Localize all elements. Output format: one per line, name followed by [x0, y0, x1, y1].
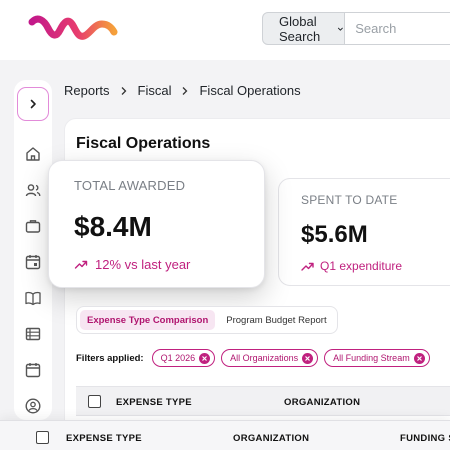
- chevron-right-icon: [183, 86, 188, 95]
- close-icon[interactable]: [413, 352, 425, 364]
- filter-chip-label: Q1 2026: [160, 353, 196, 363]
- page-title: Fiscal Operations: [76, 135, 211, 152]
- filter-chip-organizations[interactable]: All Organizations: [221, 349, 319, 367]
- calendar-icon: [25, 363, 41, 378]
- filters-bar: Filters applied: Q1 2026 All Organizatio…: [76, 349, 430, 367]
- breadcrumb-current: Fiscal Operations: [199, 83, 301, 98]
- kpi-value: $5.6M: [301, 221, 368, 248]
- filter-chip-label: All Organizations: [230, 353, 299, 363]
- search-input[interactable]: [345, 12, 450, 45]
- sidebar-expand-button[interactable]: [17, 87, 49, 121]
- kpi-card-spent: SPENT TO DATE $5.6M Q1 expenditure: [278, 178, 450, 286]
- kpi-delta: 12% vs last year: [74, 257, 190, 272]
- list-icon: [25, 327, 41, 341]
- breadcrumb-reports[interactable]: Reports: [64, 83, 110, 98]
- kpi-value: $8.4M: [74, 211, 152, 242]
- sidebar-item-schedule[interactable]: [21, 250, 45, 274]
- column-header-funding-stream[interactable]: FUNDING S: [400, 433, 450, 444]
- briefcase-icon: [25, 220, 41, 233]
- kpi-delta-text: Q1 expenditure: [320, 259, 403, 273]
- home-icon: [26, 147, 40, 161]
- filter-chip-label: All Funding Stream: [333, 353, 410, 363]
- sidebar-item-calendar[interactable]: [21, 358, 45, 382]
- top-bar: Global Search: [0, 0, 450, 60]
- sidebar-item-list[interactable]: [21, 322, 45, 346]
- column-header-expense-type[interactable]: EXPENSE TYPE: [66, 433, 142, 444]
- kpi-delta-text: 12% vs last year: [95, 257, 191, 272]
- report-tabs: Expense Type Comparison Program Budget R…: [76, 306, 338, 334]
- close-icon[interactable]: [199, 352, 211, 364]
- sidebar-item-library[interactable]: [21, 286, 45, 310]
- global-search: Global Search: [262, 12, 450, 45]
- users-icon: [25, 184, 41, 197]
- column-header-expense-type[interactable]: EXPENSE TYPE: [116, 397, 192, 408]
- trend-up-icon: [301, 262, 314, 271]
- kpi-delta: Q1 expenditure: [301, 259, 402, 273]
- table-header: EXPENSE TYPE ORGANIZATION: [76, 386, 450, 416]
- tab-expense-type-comparison[interactable]: Expense Type Comparison: [80, 310, 216, 330]
- column-header-organization[interactable]: ORGANIZATION: [233, 433, 309, 444]
- brand-logo: [28, 15, 118, 40]
- calendar-event-icon: [25, 255, 41, 270]
- book-icon: [25, 291, 41, 306]
- kpi-label: TOTAL AWARDED: [74, 178, 186, 193]
- breadcrumb-fiscal[interactable]: Fiscal: [138, 83, 172, 98]
- close-icon[interactable]: [302, 352, 314, 364]
- select-all-checkbox[interactable]: [36, 431, 49, 444]
- filter-chip-period[interactable]: Q1 2026: [151, 349, 216, 367]
- sidebar-item-profile[interactable]: [21, 394, 45, 418]
- sidebar-item-home[interactable]: [21, 142, 45, 166]
- chevron-down-icon: [338, 27, 344, 31]
- chevron-right-icon: [121, 86, 126, 95]
- sidebar-item-briefcase[interactable]: [21, 214, 45, 238]
- filter-chip-funding-stream[interactable]: All Funding Stream: [324, 349, 430, 367]
- sticky-table-header: EXPENSE TYPE ORGANIZATION FUNDING S: [0, 420, 450, 450]
- filters-label: Filters applied:: [76, 352, 144, 364]
- kpi-label: SPENT TO DATE: [301, 193, 398, 207]
- kpi-card-awarded: TOTAL AWARDED $8.4M 12% vs last year: [48, 160, 265, 288]
- chevron-right-icon: [30, 99, 36, 109]
- search-scope-dropdown[interactable]: Global Search: [262, 12, 346, 45]
- search-scope-label: Global Search: [279, 13, 321, 44]
- trend-up-icon: [74, 260, 88, 269]
- select-all-checkbox[interactable]: [88, 395, 101, 408]
- column-header-organization[interactable]: ORGANIZATION: [284, 397, 360, 408]
- breadcrumb: Reports Fiscal Fiscal Operations: [64, 83, 301, 98]
- app-root: Global Search Repor: [0, 0, 450, 450]
- sidebar-item-users[interactable]: [21, 178, 45, 202]
- tab-program-budget-report[interactable]: Program Budget Report: [219, 310, 333, 330]
- user-circle-icon: [25, 398, 41, 414]
